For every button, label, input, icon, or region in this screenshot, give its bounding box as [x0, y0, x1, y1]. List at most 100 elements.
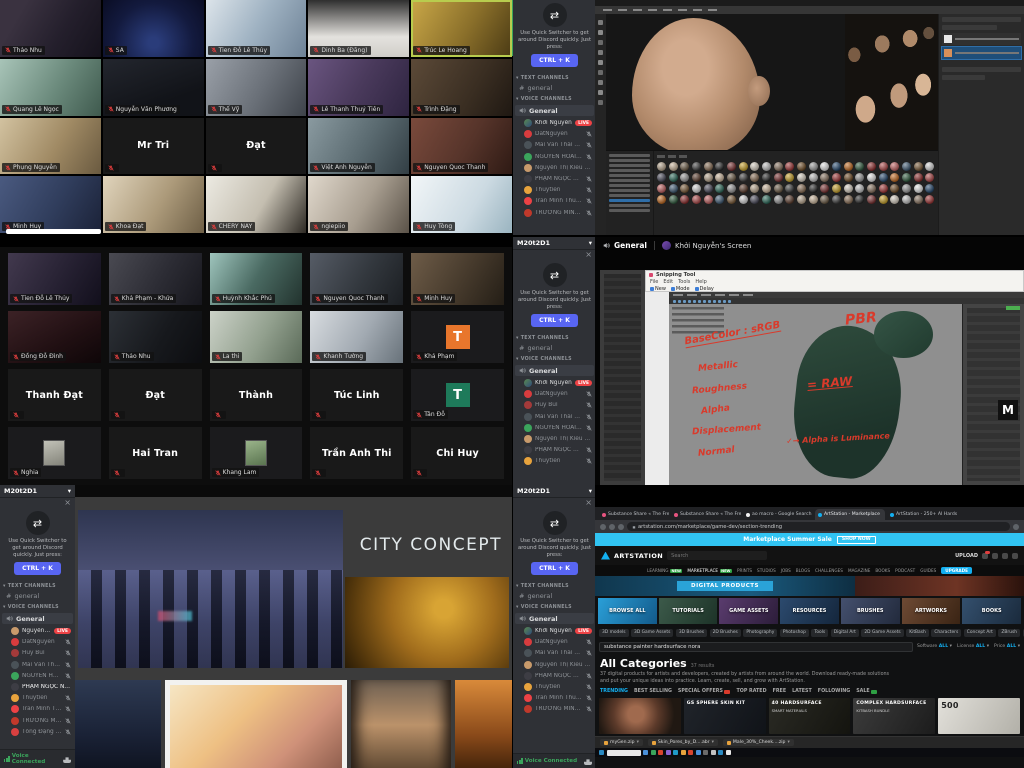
participant-tile[interactable]: Thế Vỹ: [206, 59, 307, 116]
voice-user[interactable]: Huy Bui: [0, 648, 75, 659]
participant-tile[interactable]: Huy Tòng: [411, 176, 512, 233]
participant-tile[interactable]: Thành: [210, 369, 303, 421]
server-header[interactable]: M20t2D1▾: [0, 485, 75, 498]
maya-attribute-editor[interactable]: M: [962, 304, 1024, 485]
nav-item[interactable]: GUIDES: [920, 568, 936, 573]
voice-user[interactable]: Mai Văn Thái Đêm: [513, 411, 596, 422]
layer-row-selected[interactable]: [942, 47, 1021, 59]
upgrade-button[interactable]: UPGRADE: [941, 567, 972, 574]
filter-chip[interactable]: Photography: [743, 629, 777, 637]
voice-user[interactable]: Mai Văn Thái Đêm: [513, 140, 596, 151]
participant-tile[interactable]: Nghia: [8, 427, 101, 479]
menu-item[interactable]: Tools: [678, 279, 690, 285]
category-tile[interactable]: GAME ASSETS: [719, 598, 778, 624]
participant-tile[interactable]: Chi Huy: [411, 427, 504, 479]
participant-tile[interactable]: Minh Huy: [0, 176, 101, 233]
voice-user[interactable]: Mai Văn Thái Đêm: [0, 659, 75, 670]
participant-tile[interactable]: Tien Đỗ Lê Thủy: [8, 253, 101, 305]
text-channels-header[interactable]: ▾TEXT CHANNELS: [513, 72, 596, 83]
voice-user[interactable]: DatNguyen: [513, 129, 596, 140]
category-tile[interactable]: BOOKS: [962, 598, 1021, 624]
filter-chip[interactable]: Concept Art: [964, 629, 996, 637]
participant-tile[interactable]: Thanh Đạt: [8, 369, 101, 421]
filter-chip[interactable]: Photoshop: [780, 629, 809, 637]
channel-general[interactable]: #general: [0, 591, 75, 601]
nav-item[interactable]: JOBS: [781, 568, 791, 573]
participant-tile[interactable]: Đạt: [109, 369, 202, 421]
theme-icon[interactable]: [992, 553, 998, 559]
filter-chip[interactable]: Characters: [931, 629, 961, 637]
voice-channels-header[interactable]: ▾VOICE CHANNELS: [513, 93, 596, 104]
voice-channel-general[interactable]: General: [515, 365, 594, 376]
filter-dropdown[interactable]: PriceALL▾: [994, 644, 1020, 649]
artstation-logo[interactable]: [601, 552, 610, 560]
filter-chip[interactable]: 2D Brushes: [710, 629, 741, 637]
product-card[interactable]: 500: [938, 698, 1020, 734]
browser-tab[interactable]: ArtStation - 250+ AI Hardsu…: [887, 509, 957, 520]
voice-user[interactable]: Thuytien: [0, 693, 75, 704]
participant-tile[interactable]: Quang Lê Ngọc: [0, 59, 101, 116]
ctrl-k-button[interactable]: CTRL + K: [531, 562, 578, 575]
participant-tile[interactable]: ngiepiio: [308, 176, 409, 233]
participant-tile[interactable]: Huỳnh Khắc Phú: [210, 253, 303, 305]
text-channels-header[interactable]: ▾TEXT CHANNELS: [513, 580, 596, 591]
participant-tile[interactable]: Tien Đỗ Lê Thủy: [206, 0, 307, 57]
voice-user[interactable]: NGUYỄN HOÀI AN...: [0, 670, 75, 681]
participant-tile[interactable]: CHERY NAY: [206, 176, 307, 233]
back-icon[interactable]: [600, 524, 606, 530]
nav-item[interactable]: BOOKS: [875, 568, 890, 573]
participant-tile[interactable]: Nguyễn Văn Phương: [103, 59, 204, 116]
shelf-category-list[interactable]: [606, 151, 654, 235]
voice-user[interactable]: Tran Minh Thuan: [513, 693, 596, 704]
nav-item[interactable]: PRINTS: [737, 568, 752, 573]
maya-outliner-panel[interactable]: [600, 270, 645, 485]
category-tile[interactable]: ARTWORKS: [902, 598, 961, 624]
participant-tile[interactable]: Lê Thanh Thuý Tiên: [308, 59, 409, 116]
participant-tile[interactable]: Khoa Đạt: [103, 176, 204, 233]
nav-item[interactable]: MARKETPLACE NEW: [687, 568, 732, 573]
text-channels-header[interactable]: ▾TEXT CHANNELS: [0, 580, 75, 591]
start-icon[interactable]: [599, 750, 604, 755]
taskbar-search[interactable]: [607, 750, 641, 756]
server-header[interactable]: M20t2D1▾: [513, 485, 596, 498]
browser-tab[interactable]: Substance Share « The Fre…: [671, 509, 741, 520]
forward-icon[interactable]: [609, 524, 615, 530]
participant-tile[interactable]: Khang Lam: [210, 427, 303, 479]
voice-channels-header[interactable]: ▾VOICE CHANNELS: [0, 601, 75, 612]
participant-tile[interactable]: Đồng Đỗ Đình: [8, 311, 101, 363]
participant-tile[interactable]: Thảo Nhu: [109, 311, 202, 363]
menu-item[interactable]: File: [650, 279, 658, 285]
channel-general[interactable]: #general: [513, 343, 596, 353]
menu-item[interactable]: Edit: [663, 279, 673, 285]
participant-tile[interactable]: T Tân Đỗ: [411, 369, 504, 421]
voice-channels-header[interactable]: ▾VOICE CHANNELS: [513, 353, 596, 364]
category-tile[interactable]: BROWSE ALL: [598, 598, 657, 624]
profile-icon[interactable]: [1013, 524, 1019, 530]
filter-chip[interactable]: 3D models: [599, 629, 629, 637]
participant-tile[interactable]: Nguyen Quoc Thanh: [411, 118, 512, 175]
close-icon[interactable]: ×: [513, 250, 596, 260]
category-tile[interactable]: TUTORIALS: [659, 598, 718, 624]
taskbar-icons[interactable]: [643, 750, 731, 755]
category-tile[interactable]: RESOURCES: [780, 598, 839, 624]
voice-user[interactable]: Khởi Nguyễn LIVE: [513, 117, 596, 128]
nav-item[interactable]: MAGAZINE: [848, 568, 870, 573]
participant-tile[interactable]: Nguyen Quoc Thanh: [310, 253, 403, 305]
address-bar[interactable]: artstation.com/marketplace/game-dev/sect…: [627, 522, 1010, 531]
site-search-input[interactable]: Search: [667, 551, 767, 560]
voice-user[interactable]: Khởi Nguyễn LIVE: [513, 625, 596, 636]
sort-tab[interactable]: SALE: [856, 689, 877, 694]
participant-tile[interactable]: Thảo Nhu: [0, 0, 101, 57]
toolbar-button[interactable]: New: [650, 286, 666, 292]
participant-tile[interactable]: Việt Anh Nguyễn: [308, 118, 409, 175]
nav-item[interactable]: PODCAST: [895, 568, 915, 573]
sort-tab[interactable]: BEST SELLING: [634, 689, 672, 694]
voice-user[interactable]: NGUYỄN HOÀI AN...: [513, 151, 596, 162]
participant-tile[interactable]: Khanh Tường: [310, 311, 403, 363]
participant-tile[interactable]: T Khả Phạm: [411, 311, 504, 363]
voice-user[interactable]: DatNguyen: [513, 637, 596, 648]
hero-banner[interactable]: DIGITAL PRODUCTS: [595, 576, 1024, 596]
product-card[interactable]: 40 HARDSURFACE SMART MATERIALS: [769, 698, 851, 734]
voice-channel-general[interactable]: General: [2, 613, 73, 624]
participant-tile[interactable]: Hai Tran: [109, 427, 202, 479]
